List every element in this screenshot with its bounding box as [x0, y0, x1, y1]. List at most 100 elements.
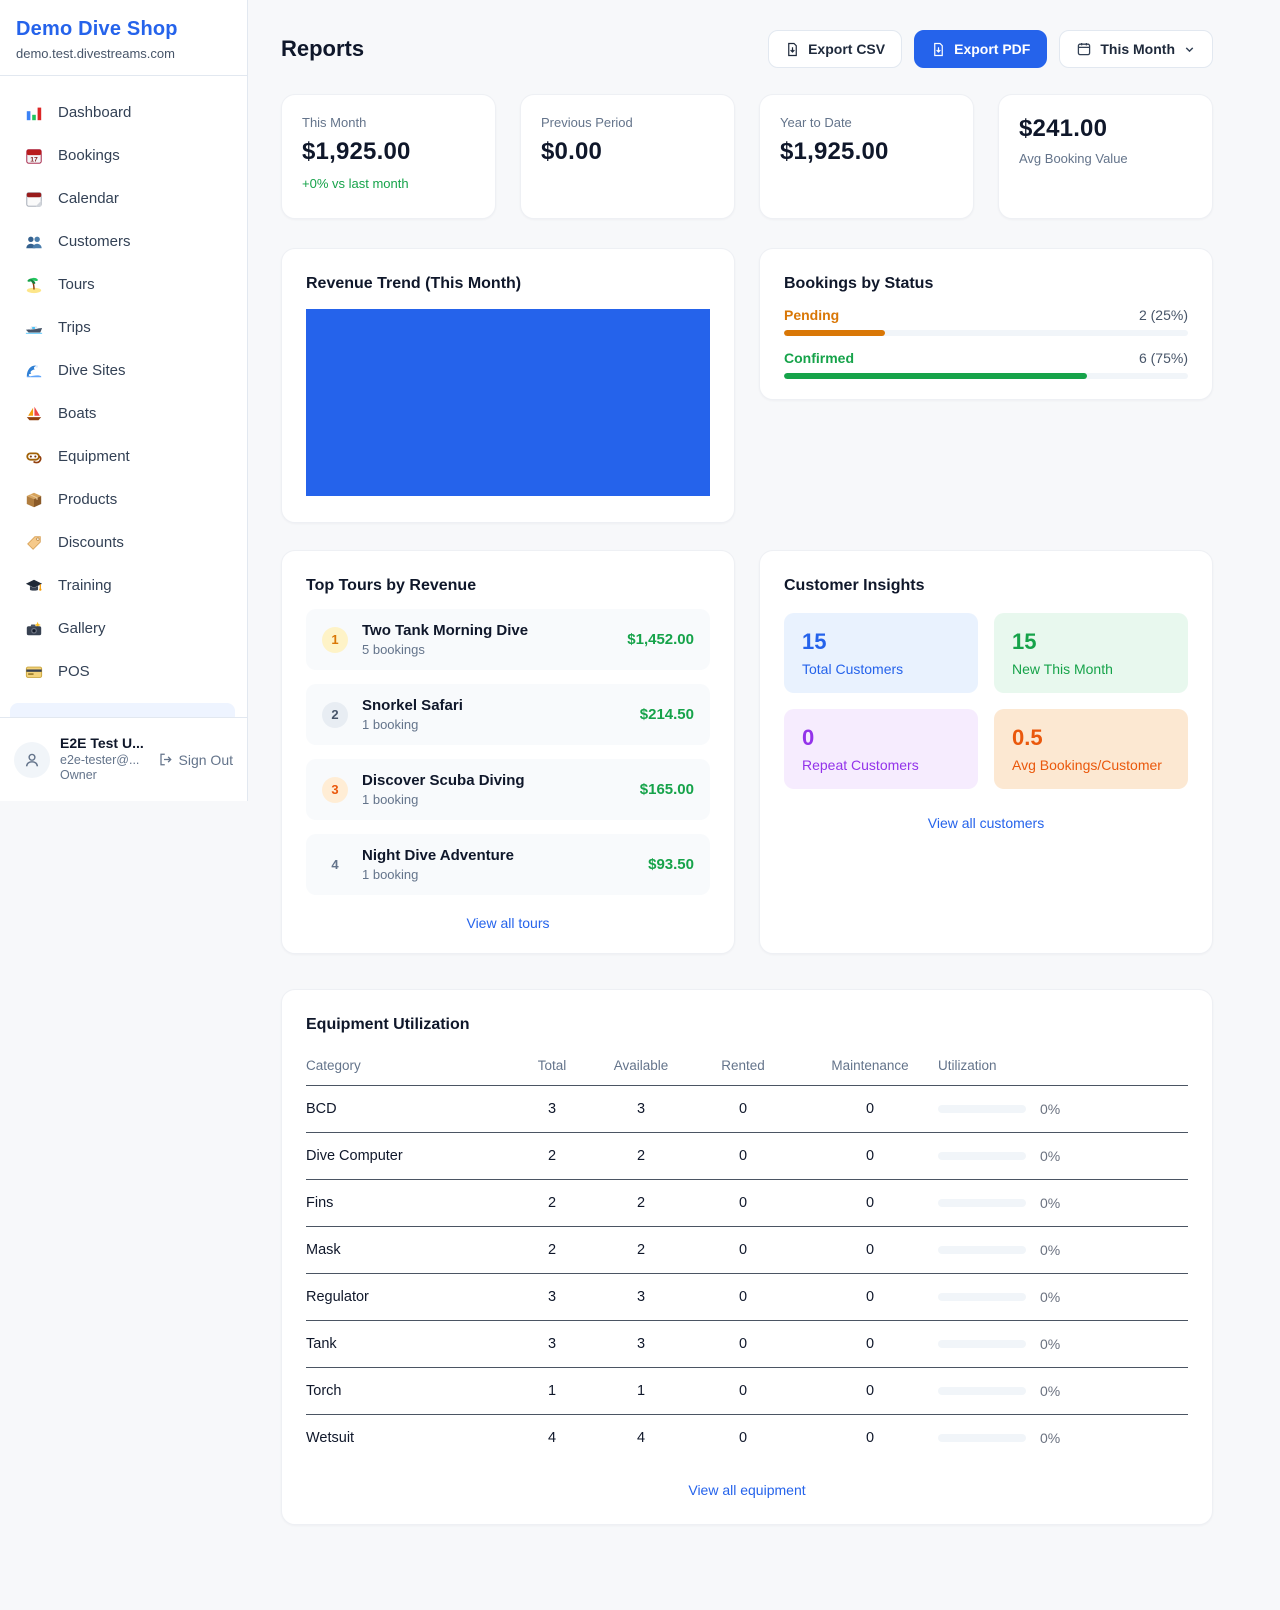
view-all-equipment-link[interactable]: View all equipment: [306, 1482, 1188, 1498]
top-tours-card: Top Tours by Revenue 1 Two Tank Morning …: [281, 550, 735, 954]
user-icon: [23, 751, 41, 769]
bookings-by-status-card: Bookings by Status Pending 2 (25%) Confi…: [759, 248, 1213, 400]
equipment-utilization-title: Equipment Utilization: [306, 1016, 1188, 1034]
page-title: Reports: [281, 36, 364, 62]
sidebar-item-calendar[interactable]: Calendar: [0, 177, 247, 220]
tours-icon: [24, 275, 44, 295]
customer-insights-card: Customer Insights 15 Total Customers 15 …: [759, 550, 1213, 954]
export-pdf-button[interactable]: Export PDF: [914, 30, 1047, 68]
sign-out-icon: [158, 752, 173, 767]
utilization-bar: [938, 1340, 1026, 1348]
customer-insights-title: Customer Insights: [784, 577, 1188, 595]
dive-sites-icon: [24, 361, 44, 381]
sidebar-item-gallery[interactable]: Gallery: [0, 607, 247, 650]
bookings-icon: 17: [24, 146, 44, 166]
revenue-trend-card: Revenue Trend (This Month): [281, 248, 735, 523]
stat-card-previous-period: Previous Period $0.00: [520, 94, 735, 219]
utilization-bar: [938, 1387, 1026, 1395]
status-row-pending: Pending 2 (25%): [784, 307, 1188, 336]
insight-tile-new-this-month: 15 New This Month: [994, 613, 1188, 693]
sidebar-item-discounts[interactable]: Discounts: [0, 521, 247, 564]
user-email: e2e-tester@...: [60, 753, 144, 769]
sidebar-item-boats[interactable]: Boats: [0, 392, 247, 435]
pos-icon: [24, 662, 44, 682]
revenue-trend-title: Revenue Trend (This Month): [306, 275, 710, 293]
discounts-icon: [24, 533, 44, 553]
utilization-bar: [938, 1199, 1026, 1207]
equipment-icon: [24, 447, 44, 467]
insight-tile-repeat-customers: 0 Repeat Customers: [784, 709, 978, 789]
customers-icon: [24, 232, 44, 252]
products-icon: [24, 490, 44, 510]
table-row: Mask 2 2 0 0 0%: [306, 1227, 1188, 1274]
sign-out-button[interactable]: Sign Out: [158, 752, 233, 768]
table-row: Torch 1 1 0 0 0%: [306, 1368, 1188, 1415]
stat-card-avg-booking-value: $241.00 Avg Booking Value: [998, 94, 1213, 219]
view-all-customers-link[interactable]: View all customers: [784, 815, 1188, 831]
shop-domain: demo.test.divestreams.com: [16, 46, 231, 61]
bookings-by-status-title: Bookings by Status: [784, 275, 1188, 293]
stat-card-this-month: This Month $1,925.00 +0% vs last month: [281, 94, 496, 219]
sidebar-item-training[interactable]: Training: [0, 564, 247, 607]
confirmed-bar: [784, 373, 1188, 379]
sidebar-item-products[interactable]: Products: [0, 478, 247, 521]
sidebar-item-bookings[interactable]: 17 Bookings: [0, 134, 247, 177]
sidebar-item-tours[interactable]: Tours: [0, 263, 247, 306]
sidebar-item-customers[interactable]: Customers: [0, 220, 247, 263]
tour-list-item: 2 Snorkel Safari 1 booking $214.50: [306, 684, 710, 745]
table-row: Tank 3 3 0 0 0%: [306, 1321, 1188, 1368]
table-row: BCD 3 3 0 0 0%: [306, 1086, 1188, 1133]
tour-list-item: 1 Two Tank Morning Dive 5 bookings $1,45…: [306, 609, 710, 670]
calendar-icon: [24, 189, 44, 209]
revenue-trend-chart: [306, 309, 710, 496]
boats-icon: [24, 404, 44, 424]
equipment-utilization-card: Equipment Utilization Category Total Ava…: [281, 989, 1213, 1525]
svg-text:17: 17: [30, 156, 38, 163]
rank-badge: 4: [322, 852, 348, 878]
table-row: Regulator 3 3 0 0 0%: [306, 1274, 1188, 1321]
sidebar: Demo Dive Shop demo.test.divestreams.com…: [0, 0, 248, 801]
sidebar-item-trips[interactable]: Trips: [0, 306, 247, 349]
rank-badge: 2: [322, 702, 348, 728]
chevron-down-icon: [1183, 43, 1196, 56]
tour-list-item: 4 Night Dive Adventure 1 booking $93.50: [306, 834, 710, 895]
utilization-bar: [938, 1246, 1026, 1254]
stat-card-year-to-date: Year to Date $1,925.00: [759, 94, 974, 219]
sidebar-item-dashboard[interactable]: Dashboard: [0, 91, 247, 134]
user-name: E2E Test U...: [60, 735, 144, 753]
top-tours-title: Top Tours by Revenue: [306, 577, 710, 595]
utilization-bar: [938, 1434, 1026, 1442]
calendar-icon: [1076, 41, 1092, 57]
table-row: Fins 2 2 0 0 0%: [306, 1180, 1188, 1227]
status-row-confirmed: Confirmed 6 (75%): [784, 350, 1188, 379]
stats-row: This Month $1,925.00 +0% vs last month P…: [281, 94, 1213, 219]
file-download-icon: [785, 42, 800, 57]
shop-name: Demo Dive Shop: [16, 18, 231, 41]
sidebar-item-pos[interactable]: POS: [0, 650, 247, 693]
utilization-bar: [938, 1152, 1026, 1160]
insight-tile-total-customers: 15 Total Customers: [784, 613, 978, 693]
avatar: [14, 742, 50, 778]
dashboard-icon: [24, 103, 44, 123]
stat-delta: +0% vs last month: [302, 176, 475, 191]
main-content: Reports Export CSV Export PDF This Month: [248, 0, 1280, 1585]
user-role: Owner: [60, 768, 144, 784]
gallery-icon: [24, 619, 44, 639]
equipment-table: Category Total Available Rented Maintena…: [306, 1052, 1188, 1462]
table-row: Wetsuit 4 4 0 0 0%: [306, 1415, 1188, 1462]
user-footer: E2E Test U... e2e-tester@... Owner Sign …: [0, 717, 247, 801]
trips-icon: [24, 318, 44, 338]
period-dropdown[interactable]: This Month: [1059, 30, 1213, 68]
rank-badge: 3: [322, 777, 348, 803]
sidebar-item-dive-sites[interactable]: Dive Sites: [0, 349, 247, 392]
utilization-bar: [938, 1105, 1026, 1113]
table-row: Dive Computer 2 2 0 0 0%: [306, 1133, 1188, 1180]
rank-badge: 1: [322, 627, 348, 653]
export-csv-button[interactable]: Export CSV: [768, 30, 902, 68]
sidebar-item-reports-active[interactable]: [10, 703, 235, 717]
topbar: Reports Export CSV Export PDF This Month: [281, 30, 1213, 68]
reports-page: Demo Dive Shop demo.test.divestreams.com…: [0, 0, 1280, 1610]
view-all-tours-link[interactable]: View all tours: [306, 915, 710, 931]
sidebar-item-equipment[interactable]: Equipment: [0, 435, 247, 478]
insight-tile-avg-bookings: 0.5 Avg Bookings/Customer: [994, 709, 1188, 789]
